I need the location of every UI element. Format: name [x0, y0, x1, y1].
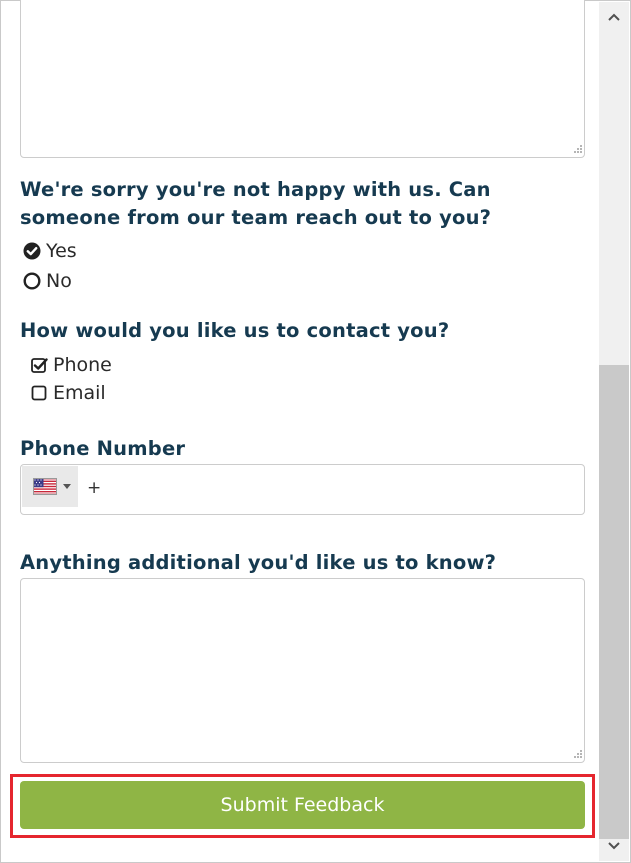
- scroll-up-button[interactable]: [599, 2, 629, 32]
- checkbox-email-label: Email: [53, 382, 106, 404]
- checkbox-phone-label: Phone: [53, 354, 112, 376]
- scrollbar-thumb[interactable]: [599, 365, 629, 839]
- checkbox-unchecked-icon[interactable]: [31, 385, 48, 402]
- caret-down-icon: [63, 484, 71, 489]
- radio-no[interactable]: No: [23, 270, 72, 292]
- checkbox-phone[interactable]: Phone: [31, 354, 112, 376]
- phone-number-input[interactable]: [87, 475, 567, 501]
- additional-info-label: Anything additional you'd like us to kno…: [20, 551, 497, 574]
- radio-checked-icon[interactable]: [23, 242, 41, 260]
- comments-textarea[interactable]: [20, 0, 585, 158]
- checkbox-checked-icon[interactable]: [31, 357, 48, 374]
- resize-grip-icon[interactable]: [572, 145, 582, 155]
- us-flag-icon: [33, 478, 57, 495]
- radio-yes-label: Yes: [46, 240, 77, 262]
- radio-yes[interactable]: Yes: [23, 240, 77, 262]
- contact-method-question: How would you like us to contact you?: [20, 319, 450, 342]
- checkbox-email[interactable]: Email: [31, 382, 106, 404]
- resize-grip-icon[interactable]: [572, 750, 582, 760]
- chevron-down-icon: [608, 842, 620, 850]
- additional-info-textarea[interactable]: [20, 578, 585, 763]
- scroll-down-button[interactable]: [599, 831, 629, 861]
- phone-number-field[interactable]: [20, 464, 585, 515]
- submit-feedback-button[interactable]: Submit Feedback: [20, 781, 585, 829]
- chevron-up-icon: [608, 13, 620, 21]
- contact-question: We're sorry you're not happy with us. Ca…: [20, 178, 492, 229]
- radio-unchecked-icon[interactable]: [23, 272, 41, 290]
- vertical-scrollbar[interactable]: [599, 2, 629, 861]
- radio-no-label: No: [46, 270, 72, 292]
- country-code-select[interactable]: [22, 466, 78, 507]
- phone-number-label: Phone Number: [20, 437, 186, 460]
- form-frame: We're sorry you're not happy with us. Ca…: [0, 0, 631, 863]
